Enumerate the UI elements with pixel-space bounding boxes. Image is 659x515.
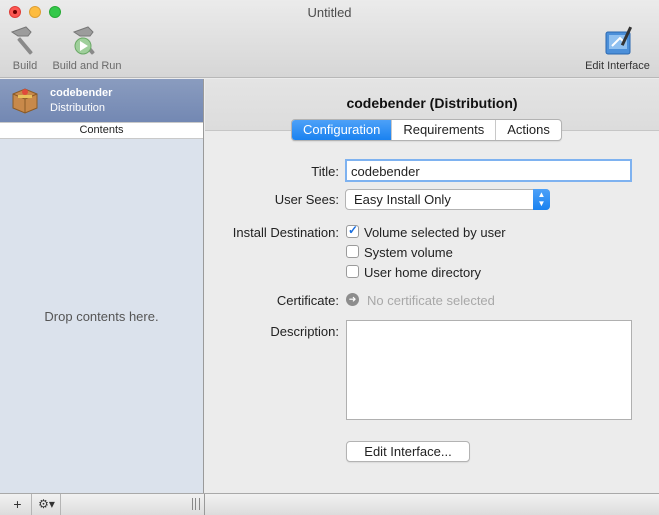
user-sees-popup[interactable]: Easy Install Only ▲ ▼ xyxy=(345,189,550,210)
hammer-icon xyxy=(10,26,33,55)
user-sees-label: User Sees: xyxy=(274,192,339,207)
package-icon xyxy=(12,88,38,114)
popup-arrows-icon: ▲ ▼ xyxy=(533,189,550,210)
contents-header: Contents xyxy=(0,122,203,139)
bottom-divider xyxy=(204,494,205,515)
sidebar-item-subtitle: Distribution xyxy=(50,102,106,114)
tab-bar: Configuration Requirements Actions xyxy=(291,119,562,141)
build-label: Build xyxy=(12,60,38,72)
drop-contents-hint: Drop contents here. xyxy=(44,309,159,324)
page-title: codebender (Distribution) xyxy=(346,95,518,111)
user-sees-value: Easy Install Only xyxy=(354,192,451,207)
edit-interface-icon xyxy=(605,26,632,55)
description-label: Description: xyxy=(270,324,339,339)
certificate-value: No certificate selected xyxy=(367,293,495,308)
build-and-run-label: Build and Run xyxy=(52,60,122,72)
system-volume-label: System volume xyxy=(364,245,453,260)
installer-window: Untitled Build Build and Run Edit Interf… xyxy=(0,0,659,515)
window-title: Untitled xyxy=(307,5,352,20)
gear-menu-button[interactable]: ⚙▾ xyxy=(33,494,61,515)
title-label: Title: xyxy=(311,164,339,179)
split-resize-handle[interactable] xyxy=(192,498,200,510)
certificate-label: Certificate: xyxy=(276,293,339,308)
title-input[interactable]: codebender xyxy=(345,159,632,182)
tab-configuration[interactable]: Configuration xyxy=(292,120,393,140)
install-destination-label: Install Destination: xyxy=(232,225,339,240)
volume-selected-label: Volume selected by user xyxy=(364,225,506,240)
user-home-label: User home directory xyxy=(364,265,482,280)
system-volume-checkbox[interactable] xyxy=(346,245,359,258)
hammer-play-icon xyxy=(72,26,95,55)
sidebar: codebender Distribution Contents Drop co… xyxy=(0,79,204,493)
tab-actions[interactable]: Actions xyxy=(496,120,561,140)
main-pane: codebender (Distribution) Configuration … xyxy=(205,79,659,493)
titlebar: Untitled Build Build and Run Edit Interf… xyxy=(0,0,659,78)
bottom-bar: + ⚙▾ xyxy=(0,493,659,515)
tab-requirements[interactable]: Requirements xyxy=(392,120,497,140)
edit-interface-toolbar-button[interactable]: Edit Interface xyxy=(580,24,655,72)
volume-selected-checkbox[interactable] xyxy=(346,223,359,238)
sidebar-item-codebender[interactable]: codebender Distribution xyxy=(0,79,203,122)
add-button[interactable]: + xyxy=(4,494,32,515)
description-textarea[interactable] xyxy=(346,320,632,420)
user-home-checkbox[interactable] xyxy=(346,265,359,278)
sidebar-item-name: codebender xyxy=(50,87,113,99)
edit-interface-button[interactable]: Edit Interface... xyxy=(346,441,470,462)
build-button[interactable]: Build xyxy=(6,24,44,72)
build-and-run-button[interactable]: Build and Run xyxy=(47,24,127,72)
edit-interface-label: Edit Interface xyxy=(585,60,650,72)
arrow-right-circle-icon[interactable]: ➜ xyxy=(346,293,359,306)
